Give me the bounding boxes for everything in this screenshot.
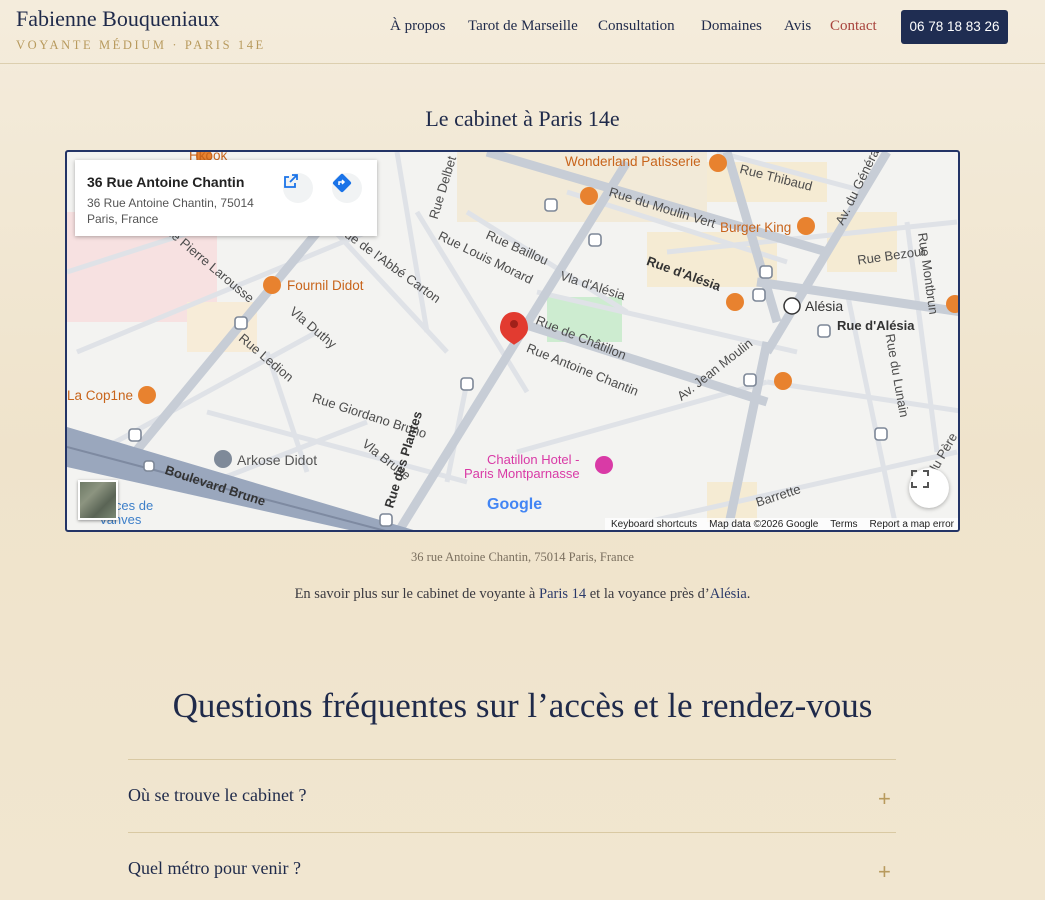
map-card-title: 36 Rue Antoine Chantin	[87, 174, 245, 190]
nav-a-propos[interactable]: À propos	[390, 18, 445, 35]
nav-consultation[interactable]: Consultation	[598, 18, 675, 35]
more-prefix: En savoir plus sur le cabinet de voyante…	[294, 586, 539, 602]
poi-chatillon-line2[interactable]: Paris Montparnasse	[464, 466, 580, 481]
faq-title: Questions fréquentes sur l’accès et le r…	[172, 686, 873, 725]
map-info-card: 36 Rue Antoine Chantin 36 Rue Antoine Ch…	[75, 160, 377, 236]
nav-tarot[interactable]: Tarot de Marseille	[468, 18, 578, 35]
poi-chatillon-line1[interactable]: Chatillon Hotel -	[487, 452, 580, 467]
poi-wonderland[interactable]: Wonderland Patisserie	[565, 154, 701, 169]
street-rue-alesia-2: Rue d'Alésia	[837, 318, 915, 333]
nav-domaines[interactable]: Domaines	[701, 18, 762, 35]
site-header: Fabienne Bouqueniaux VOYANTE MÉDIUM · PA…	[0, 0, 1045, 64]
link-paris-14[interactable]: Paris 14	[539, 586, 586, 602]
faq-expand-icon-2[interactable]: +	[878, 859, 891, 885]
faq-divider	[128, 832, 896, 833]
phone-button[interactable]: 06 78 18 83 26	[901, 10, 1008, 44]
map-card-address-line2: Paris, France	[87, 212, 159, 226]
google-logo: Google	[487, 496, 542, 514]
link-alesia[interactable]: Alésia	[710, 586, 747, 602]
fullscreen-icon[interactable]	[909, 468, 949, 508]
open-in-maps-icon[interactable]	[283, 173, 313, 203]
map-data-text: Map data ©2026 Google	[709, 519, 819, 530]
google-logo-text: Google	[487, 496, 543, 513]
faq-question-2[interactable]: Quel métro pour venir ?	[128, 858, 301, 879]
poi-fournil[interactable]: Fournil Didot	[287, 278, 364, 293]
report-error-link[interactable]: Report a map error	[870, 519, 954, 530]
poi-cop1ne[interactable]: La Cop1ne	[67, 388, 133, 403]
more-info-text: En savoir plus sur le cabinet de voyante…	[0, 586, 1045, 603]
nav-avis[interactable]: Avis	[784, 18, 811, 35]
cabinet-title: Le cabinet à Paris 14e	[425, 106, 620, 131]
poi-burger-king[interactable]: Burger King	[720, 220, 791, 235]
brand-subtitle: VOYANTE MÉDIUM · PARIS 14E	[16, 38, 266, 52]
map-caption: 36 rue Antoine Chantin, 75014 Paris, Fra…	[411, 550, 634, 564]
brand-name[interactable]: Fabienne Bouqueniaux	[16, 6, 219, 32]
keyboard-shortcuts-link[interactable]: Keyboard shortcuts	[611, 519, 697, 530]
faq-question-1[interactable]: Où se trouve le cabinet ?	[128, 785, 306, 806]
directions-icon[interactable]	[332, 173, 362, 203]
satellite-toggle-thumbnail[interactable]	[78, 480, 118, 520]
terms-link[interactable]: Terms	[830, 519, 857, 530]
poi-arkose[interactable]: Arkose Didot	[237, 452, 317, 468]
nav-contact[interactable]: Contact	[830, 18, 877, 35]
map-card-address-line1: 36 Rue Antoine Chantin, 75014	[87, 196, 254, 210]
faq-divider	[128, 759, 896, 760]
more-suffix: .	[746, 586, 751, 602]
faq-expand-icon-1[interactable]: +	[878, 786, 891, 812]
more-middle: et la voyance près d’	[586, 586, 710, 602]
poi-alesia[interactable]: Alésia	[805, 298, 843, 314]
google-map[interactable]: Wonderland Patisserie Burger King Fourni…	[65, 150, 960, 532]
map-attribution: Keyboard shortcuts Map data ©2026 Google…	[605, 518, 958, 530]
